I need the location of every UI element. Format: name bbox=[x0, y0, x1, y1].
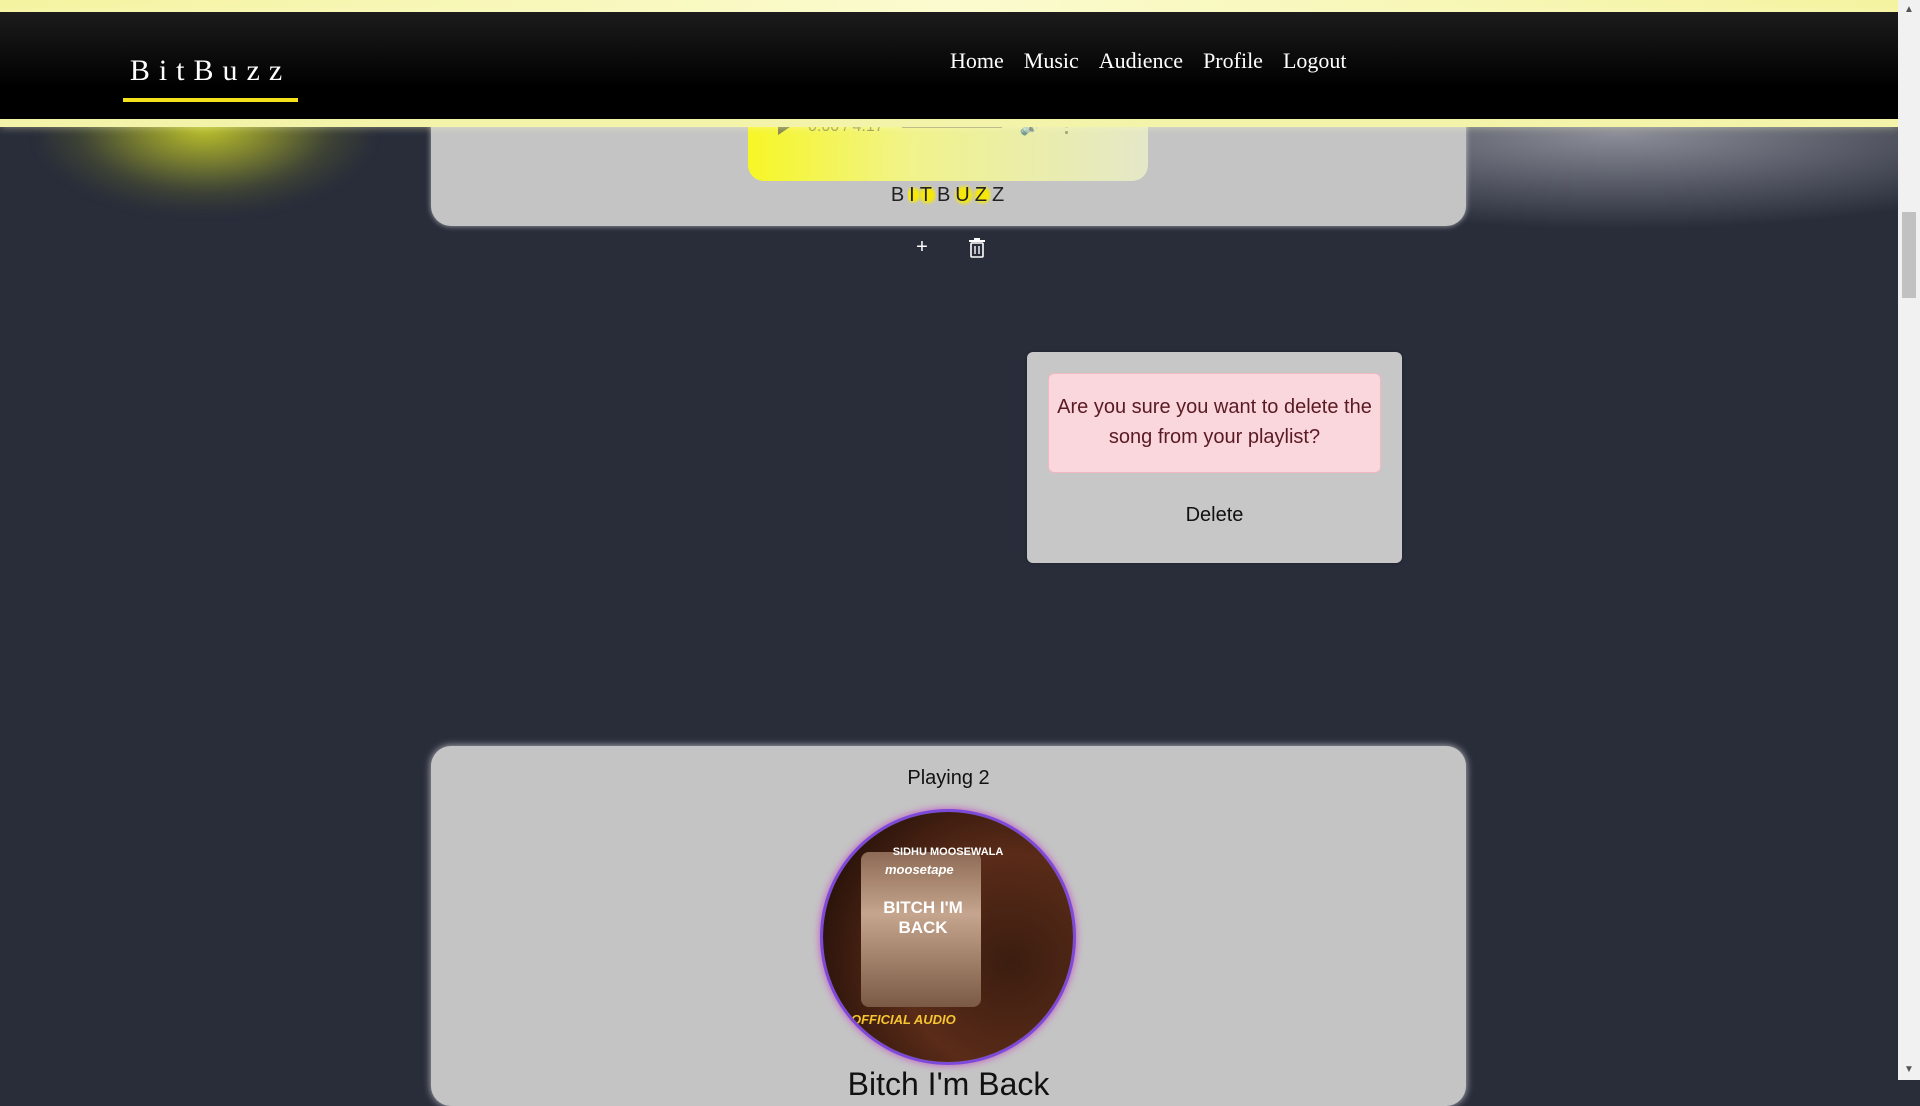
scrollbar[interactable]: ▲ ▼ bbox=[1898, 0, 1920, 1080]
confirm-delete-button[interactable]: Delete bbox=[1027, 504, 1402, 527]
playing-label: Playing 2 bbox=[907, 767, 990, 789]
song-title: Bitch I'm Back bbox=[847, 1066, 1050, 1102]
trash-icon bbox=[969, 238, 985, 258]
logo-letter: B bbox=[936, 184, 954, 206]
nav-music[interactable]: Music bbox=[1024, 48, 1079, 74]
logo-letter: T bbox=[918, 184, 936, 206]
navbar: BitBuzz Home Music Audience Profile Logo… bbox=[0, 12, 1898, 127]
logo-letter: U bbox=[954, 184, 974, 206]
delete-confirm-message: Are you sure you want to delete the song… bbox=[1048, 373, 1381, 473]
bitbuzz-logo-text: BITBUZZ bbox=[0, 184, 1898, 207]
album-art: SIDHU MOOSEWALA moosetape BITCH I'M BACK… bbox=[823, 812, 1073, 1062]
logo-letter: I bbox=[908, 184, 919, 206]
album-tag-text: OFFICIAL AUDIO bbox=[851, 1012, 956, 1027]
scroll-down-icon[interactable]: ▼ bbox=[1898, 1060, 1920, 1080]
add-to-playlist-button[interactable]: + bbox=[911, 236, 933, 258]
song-card-2: Playing 2 SIDHU MOOSEWALA moosetape BITC… bbox=[431, 746, 1466, 1106]
nav-profile[interactable]: Profile bbox=[1203, 48, 1263, 74]
nav-links: Home Music Audience Profile Logout bbox=[950, 48, 1347, 74]
nav-logout[interactable]: Logout bbox=[1283, 48, 1347, 74]
scroll-up-icon[interactable]: ▲ bbox=[1898, 0, 1920, 20]
album-series-text: moosetape bbox=[885, 862, 954, 877]
scroll-thumb[interactable] bbox=[1902, 212, 1916, 298]
album-title-text: BITCH I'M BACK bbox=[883, 898, 963, 937]
nav-home[interactable]: Home bbox=[950, 48, 1004, 74]
nav-audience[interactable]: Audience bbox=[1099, 48, 1183, 74]
delete-button[interactable] bbox=[967, 237, 987, 259]
top-accent-strip bbox=[0, 0, 1898, 12]
logo-letter: Z bbox=[991, 184, 1008, 206]
logo-letter: Z bbox=[973, 184, 991, 206]
delete-confirm-modal: Are you sure you want to delete the song… bbox=[1027, 352, 1402, 563]
album-artist-text: SIDHU MOOSEWALA bbox=[892, 846, 1004, 858]
brand-logo[interactable]: BitBuzz bbox=[123, 40, 298, 102]
logo-letter: B bbox=[890, 184, 908, 206]
